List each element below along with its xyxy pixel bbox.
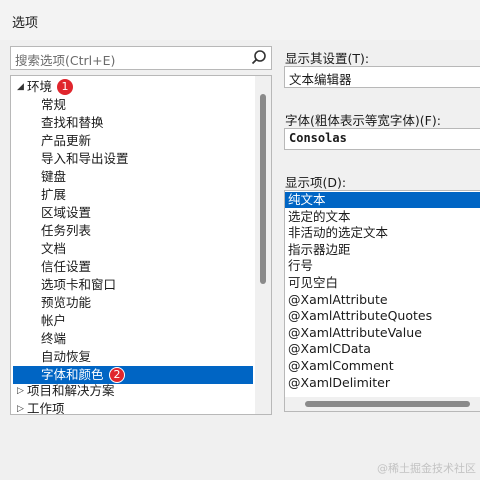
tree-node[interactable]: 终端 bbox=[11, 330, 255, 348]
tree-node[interactable]: 任务列表 bbox=[11, 222, 255, 240]
display-item-label: 指示器边距 bbox=[288, 241, 351, 257]
display-item-label: 选定的文本 bbox=[288, 208, 351, 224]
tree-node[interactable]: 选项卡和窗口 bbox=[11, 276, 255, 294]
display-items-label: 显示项(D): bbox=[285, 175, 347, 190]
tree-node[interactable]: 导入和导出设置 bbox=[11, 150, 255, 168]
tree-node-label: 键盘 bbox=[41, 169, 67, 184]
tree-node-label: 预览功能 bbox=[41, 295, 92, 310]
display-item[interactable]: @XamlAttributeValue bbox=[285, 325, 480, 341]
tree-node[interactable]: 帐户 bbox=[11, 312, 255, 330]
display-item[interactable]: @XamlComment bbox=[285, 358, 480, 374]
display-item-label: 非活动的选定文本 bbox=[288, 225, 389, 241]
display-item[interactable]: 非活动的选定文本 bbox=[285, 225, 480, 241]
tree-node-label: 导入和导出设置 bbox=[41, 151, 129, 166]
display-item[interactable]: @XamlAttribute bbox=[285, 292, 480, 308]
tree-node-environment[interactable]: ◢ 环境 1 bbox=[11, 78, 255, 96]
display-item[interactable]: 纯文本 bbox=[285, 192, 480, 208]
display-item-label: @XamlAttribute bbox=[288, 291, 388, 307]
display-item-label: 行号 bbox=[288, 258, 314, 274]
expanded-arrow-icon[interactable]: ◢ bbox=[17, 78, 24, 96]
font-value: Consolas bbox=[289, 131, 347, 145]
display-item-label: @XamlCData bbox=[288, 341, 371, 357]
tree-node-label: 终端 bbox=[41, 331, 67, 346]
display-item[interactable]: 选定的文本 bbox=[285, 209, 480, 225]
show-settings-label: 显示其设置(T): bbox=[285, 51, 370, 66]
list-horizontal-scrollbar[interactable] bbox=[285, 397, 480, 411]
display-item[interactable]: 指示器边距 bbox=[285, 242, 480, 258]
tree-node-label: 查找和替换 bbox=[41, 115, 104, 130]
display-item-label: @XamlAttributeQuotes bbox=[288, 308, 433, 324]
display-item[interactable]: @XamlDelimiter bbox=[285, 375, 480, 391]
search-icon[interactable] bbox=[249, 48, 269, 68]
tree-scrollbar[interactable] bbox=[255, 76, 271, 414]
tree-node[interactable]: 产品更新 bbox=[11, 132, 255, 150]
show-settings-value: 文本编辑器 bbox=[289, 72, 352, 87]
scrollbar-thumb[interactable] bbox=[260, 94, 266, 284]
tree-node[interactable]: 扩展 bbox=[11, 186, 255, 204]
options-tree: ◢ 环境 1 常规查找和替换产品更新导入和导出设置 键盘扩展区域设置任务列表文档信… bbox=[10, 75, 272, 415]
display-item[interactable]: @XamlAttributeQuotes bbox=[285, 308, 480, 324]
watermark: @稀土掘金技术社区 bbox=[377, 462, 476, 475]
tree-node-label: 项目和解决方案 bbox=[27, 383, 115, 398]
window-title: 选项 bbox=[12, 16, 39, 31]
display-item[interactable]: 可见空白 bbox=[285, 275, 480, 291]
tree-node[interactable]: 预览功能 bbox=[11, 294, 255, 312]
display-items-list[interactable]: 纯文本 选定的文本 非活动的选定文本 指示器边距 行号 可见空白 @XamlAttribut… bbox=[284, 190, 480, 412]
tree-node[interactable]: 区域设置 bbox=[11, 204, 255, 222]
collapsed-arrow-icon[interactable]: ▷ bbox=[17, 400, 24, 414]
tree-node-label: 环境 bbox=[27, 79, 53, 94]
tree-node-label: 选项卡和窗口 bbox=[41, 277, 117, 292]
search-input[interactable]: 搜索选项(Ctrl+E) bbox=[10, 46, 272, 70]
display-item-label: @XamlAttributeValue bbox=[288, 324, 422, 340]
tree-node-work-items[interactable]: ▷ 工作项 bbox=[11, 400, 255, 415]
display-item-label: @XamlDelimiter bbox=[288, 374, 391, 390]
tree-node-label: 常规 bbox=[41, 97, 67, 112]
font-label: 字体(粗体表示等宽字体)(F): bbox=[285, 113, 441, 128]
display-item-label: 纯文本 bbox=[288, 192, 326, 207]
collapsed-arrow-icon[interactable]: ▷ bbox=[17, 382, 24, 400]
tree-node-projects[interactable]: ▷ 项目和解决方案 bbox=[11, 382, 255, 400]
tree-node-label: 区域设置 bbox=[41, 205, 92, 220]
tree-node-label: 信任设置 bbox=[41, 259, 92, 274]
tree-node-label: 帐户 bbox=[41, 313, 67, 328]
title-bar: 选项 bbox=[0, 0, 480, 40]
display-item[interactable]: 行号 bbox=[285, 258, 480, 274]
display-item-label: 可见空白 bbox=[288, 275, 339, 290]
tree-node[interactable]: 键盘 bbox=[11, 168, 255, 186]
tree-node-label: 扩展 bbox=[41, 187, 67, 202]
tree-node[interactable]: 文档 bbox=[11, 240, 255, 258]
search-placeholder: 搜索选项(Ctrl+E) bbox=[15, 53, 116, 68]
show-settings-select[interactable]: 文本编辑器 bbox=[284, 66, 480, 88]
tree-node[interactable]: 信任设置 bbox=[11, 258, 255, 276]
tree-node-label: 文档 bbox=[41, 241, 67, 256]
annotation-badge-2: 2 bbox=[109, 367, 125, 383]
tree-node-label: 任务列表 bbox=[41, 223, 92, 238]
tree-node[interactable]: 常规 bbox=[11, 96, 255, 114]
tree-node-label: 工作项 bbox=[27, 401, 65, 415]
tree-node-label: 自动恢复 bbox=[41, 349, 92, 364]
scrollbar-thumb[interactable] bbox=[305, 401, 470, 407]
display-item-label: @XamlComment bbox=[288, 358, 394, 373]
display-item[interactable]: @XamlCData bbox=[285, 341, 480, 357]
tree-node[interactable]: 查找和替换 bbox=[11, 114, 255, 132]
tree-node-label: 产品更新 bbox=[41, 133, 92, 148]
tree-node[interactable]: 自动恢复 bbox=[11, 348, 255, 366]
annotation-badge-1: 1 bbox=[57, 79, 73, 95]
font-select[interactable]: Consolas bbox=[284, 128, 480, 150]
